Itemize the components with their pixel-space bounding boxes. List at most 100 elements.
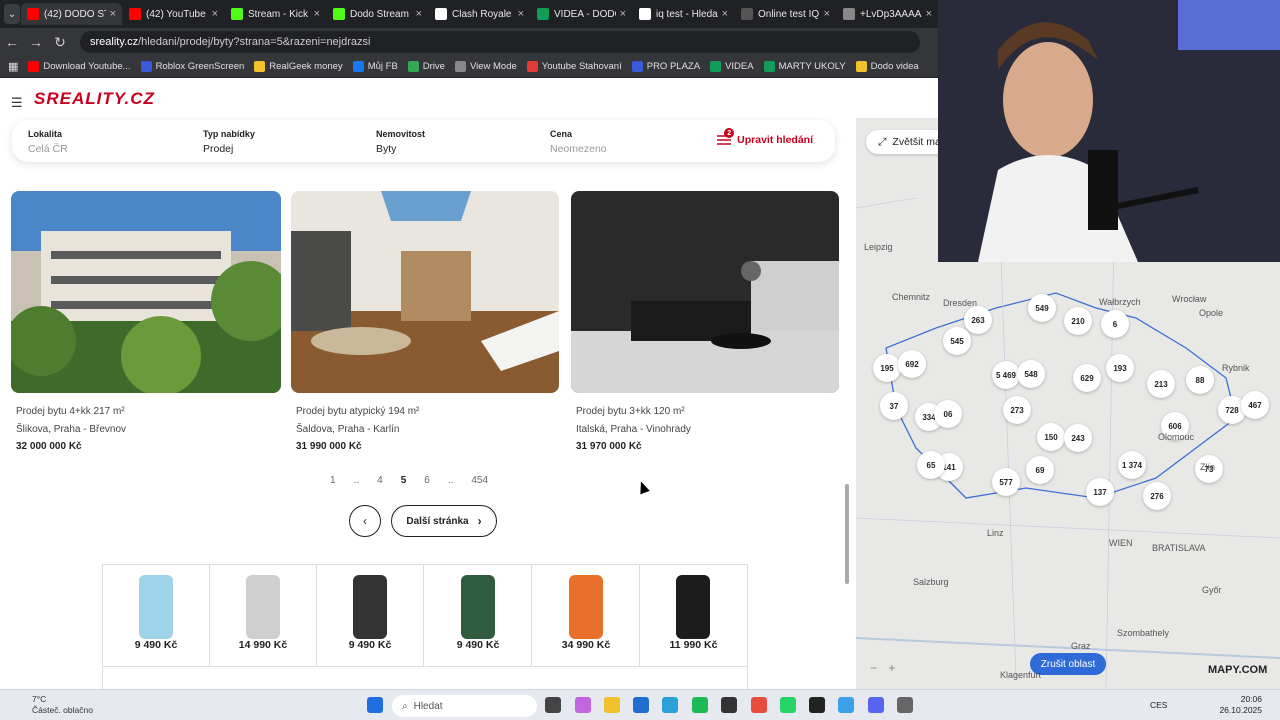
next-page-button[interactable]: Další stránka › [391, 505, 497, 537]
page-link[interactable]: 4 [377, 475, 383, 486]
chrome-icon[interactable] [751, 697, 767, 713]
discord-icon[interactable] [868, 697, 884, 713]
epic-games-icon[interactable] [809, 697, 825, 713]
filter-nemovitost[interactable]: Nemovitost Byty [376, 129, 425, 155]
edit-search-button[interactable]: 2 Upravit hledání [717, 128, 813, 146]
bookmark-item[interactable]: Dodo videa [855, 61, 919, 72]
listing-photo[interactable] [11, 191, 281, 393]
page-link[interactable]: 1 [330, 475, 336, 486]
browser-tab[interactable]: Clash Royale × [429, 3, 530, 25]
map-cluster[interactable]: 1 374 [1118, 451, 1146, 479]
map-cluster[interactable]: 577 [992, 468, 1020, 496]
filter-typ-nabidky[interactable]: Typ nabídky Prodej [203, 129, 255, 155]
edge-icon[interactable] [662, 697, 678, 713]
bookmark-item[interactable]: Roblox GreenScreen [140, 61, 244, 72]
listing-card[interactable]: Prodej bytu 4+kk 217 m² Šlikova, Praha -… [11, 191, 281, 452]
file-explorer-icon[interactable] [604, 697, 620, 713]
ad-item[interactable]: 9 490 Kč [425, 565, 532, 667]
map-cluster[interactable]: 193 [1106, 354, 1134, 382]
url-field[interactable]: sreality.cz /hledani/prodej/byty?strana=… [80, 31, 920, 53]
bookmark-item[interactable]: MARTY UKOLY [763, 61, 846, 72]
listing-card[interactable]: Prodej bytu atypický 194 m² Šaldova, Pra… [291, 191, 559, 452]
map-cluster[interactable]: 263 [964, 306, 992, 334]
weather-widget[interactable]: 7°C Částeč. oblačno [20, 694, 93, 716]
tab-search-menu[interactable]: ⌄ [4, 4, 20, 24]
map-cluster[interactable]: 37 [880, 392, 908, 420]
browser-tab[interactable]: Online test IQ × [735, 3, 836, 25]
listing-card[interactable]: Prodej bytu 3+kk 120 m² Italská, Praha -… [571, 191, 839, 452]
task-view-icon[interactable] [545, 697, 561, 713]
map-cluster[interactable]: 210 [1064, 307, 1092, 335]
map-cluster[interactable]: 545 [943, 327, 971, 355]
map-cluster[interactable]: 6 [1101, 310, 1129, 338]
map-cluster[interactable]: 213 [1147, 370, 1175, 398]
start-icon[interactable] [367, 697, 383, 713]
map-cluster[interactable]: 195 [873, 354, 901, 382]
copilot-icon[interactable] [575, 697, 591, 713]
close-icon[interactable]: × [518, 8, 524, 20]
listing-photo[interactable] [291, 191, 559, 393]
listing-photo[interactable] [571, 191, 839, 393]
browser-tab[interactable]: (42) DODO STR × [21, 3, 122, 25]
whatsapp-icon[interactable] [780, 697, 796, 713]
calculator-icon[interactable] [897, 697, 913, 713]
browser-tab[interactable]: iq test - Hledat × [633, 3, 734, 25]
language-indicator[interactable]: CES [1150, 700, 1167, 710]
ad-item[interactable]: 9 490 Kč [317, 565, 424, 667]
page-scrollbar[interactable] [845, 484, 849, 584]
close-icon[interactable]: × [212, 8, 218, 20]
cancel-area-button[interactable]: Zrušit oblast [1030, 653, 1106, 675]
map-cluster[interactable]: 243 [1064, 424, 1092, 452]
ad-item[interactable]: 34 990 Kč [533, 565, 640, 667]
map-cluster[interactable]: 692 [898, 350, 926, 378]
map-cluster[interactable]: 467 [1241, 391, 1269, 419]
close-icon[interactable]: × [620, 8, 626, 20]
bookmark-item[interactable]: PRO PLAZA [631, 61, 700, 72]
browser-tab[interactable]: +LvDp3AAAAE × [837, 3, 938, 25]
taskbar-clock[interactable]: 20:06 26.10.2025 [1219, 694, 1262, 716]
zoom-out-icon[interactable]: − [870, 661, 877, 675]
terminal-icon[interactable] [721, 697, 737, 713]
filter-lokalita[interactable]: Lokalita Celá ČR [28, 129, 68, 155]
taskbar-search[interactable]: ⌕ Hledat [392, 695, 537, 717]
map-cluster[interactable]: 65 [917, 451, 945, 479]
filter-cena[interactable]: Cena Neomezeno [550, 129, 607, 155]
bookmark-item[interactable]: VIDEA [710, 61, 754, 72]
ad-item[interactable]: 11 990 Kč [640, 565, 747, 667]
bookmark-item[interactable]: Youtube Stahovaní [526, 61, 622, 72]
hamburger-menu-icon[interactable]: ☰ [11, 95, 23, 111]
browser-tab[interactable]: VIDEA - DODO × [531, 3, 632, 25]
map-cluster[interactable]: 276 [1143, 482, 1171, 510]
map-cluster[interactable]: 629 [1073, 364, 1101, 392]
map-cluster[interactable]: 549 [1028, 294, 1056, 322]
apps-icon[interactable]: ▦ [8, 60, 18, 73]
app-icon[interactable] [838, 697, 854, 713]
zoom-in-icon[interactable]: + [888, 661, 895, 675]
close-icon[interactable]: × [110, 8, 116, 20]
map-cluster[interactable]: 69 [1026, 456, 1054, 484]
close-icon[interactable]: × [722, 8, 728, 20]
bookmark-item[interactable]: RealGeek money [254, 61, 343, 72]
back-icon[interactable]: ← [0, 34, 24, 50]
browser-tab[interactable]: (42) YouTube × [123, 3, 224, 25]
map-cluster[interactable]: 150 [1037, 423, 1065, 451]
browser-tab[interactable]: Dodo Stream - × [327, 3, 428, 25]
map-cluster[interactable]: 273 [1003, 396, 1031, 424]
previous-page-button[interactable]: ‹ [349, 505, 381, 537]
bookmark-item[interactable]: Drive [407, 61, 445, 72]
close-icon[interactable]: × [416, 8, 422, 20]
map-cluster[interactable]: 5 469 [992, 361, 1020, 389]
reload-icon[interactable]: ↻ [48, 34, 72, 51]
page-link[interactable]: 454 [471, 475, 488, 486]
ad-item[interactable]: 9 490 Kč [103, 565, 210, 667]
browser-tab[interactable]: Stream - Kick × [225, 3, 326, 25]
sreality-logo[interactable]: SREALITY.CZ [34, 89, 155, 109]
close-icon[interactable]: × [314, 8, 320, 20]
bookmark-item[interactable]: Download Youtube... [28, 61, 131, 72]
page-link[interactable]: 6 [424, 475, 430, 486]
map-cluster[interactable]: 137 [1086, 478, 1114, 506]
map-cluster[interactable]: 548 [1017, 360, 1045, 388]
spotify-icon[interactable] [692, 697, 708, 713]
map-cluster[interactable]: 88 [1186, 366, 1214, 394]
bookmark-item[interactable]: View Mode [454, 61, 517, 72]
